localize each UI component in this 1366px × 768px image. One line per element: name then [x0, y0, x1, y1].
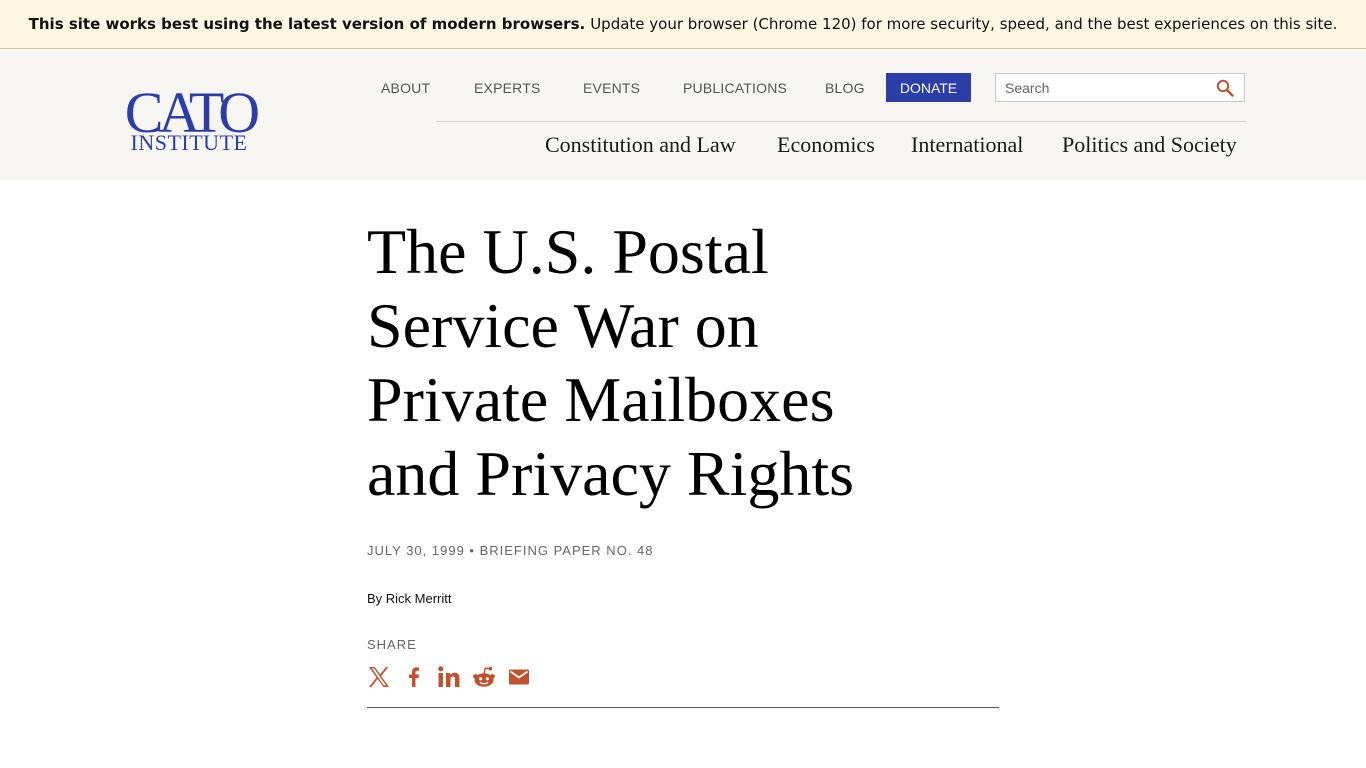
nav-economics[interactable]: Economics — [777, 132, 875, 158]
article-byline: By Rick Merritt — [367, 591, 452, 606]
linkedin-icon[interactable] — [437, 665, 461, 689]
reddit-icon[interactable] — [472, 665, 496, 689]
browser-update-banner: This site works best using the latest ve… — [0, 0, 1366, 49]
search-icon[interactable] — [1216, 79, 1234, 97]
article-meta: July 30, 1999 • Briefing Paper No. 48 — [367, 543, 654, 558]
facebook-icon[interactable] — [402, 665, 426, 689]
banner-bold-text: This site works best using the latest ve… — [28, 15, 586, 33]
share-icons — [367, 663, 999, 691]
share-label: SHARE — [367, 637, 417, 652]
cato-logo-icon: CATO INSTITUTE — [125, 80, 260, 154]
article-divider — [367, 707, 999, 708]
header-divider — [436, 121, 1246, 122]
article: The U.S. Postal Service War on Private M… — [367, 215, 999, 708]
nav-blog[interactable]: BLOG — [825, 80, 865, 96]
email-icon[interactable] — [507, 665, 531, 689]
x-icon[interactable] — [367, 665, 391, 689]
nav-publications[interactable]: PUBLICATIONS — [683, 80, 787, 96]
donate-button[interactable]: DONATE — [886, 73, 971, 102]
nav-constitution-and-law[interactable]: Constitution and Law — [545, 132, 736, 158]
nav-international[interactable]: International — [911, 132, 1023, 158]
nav-events[interactable]: EVENTS — [583, 80, 640, 96]
nav-experts[interactable]: EXPERTS — [474, 80, 541, 96]
search-input[interactable] — [996, 74, 1211, 101]
nav-about[interactable]: ABOUT — [381, 80, 430, 96]
banner-text: Update your browser (Chrome 120) for mor… — [590, 15, 1338, 33]
cato-logo[interactable]: CATO INSTITUTE — [120, 78, 260, 154]
article-title: The U.S. Postal Service War on Private M… — [367, 216, 855, 509]
site-header: CATO INSTITUTE ABOUT EXPERTS EVENTS PUBL… — [0, 50, 1366, 180]
svg-text:INSTITUTE: INSTITUTE — [131, 130, 248, 154]
nav-politics-and-society[interactable]: Politics and Society — [1062, 132, 1237, 158]
search-box — [995, 73, 1245, 102]
